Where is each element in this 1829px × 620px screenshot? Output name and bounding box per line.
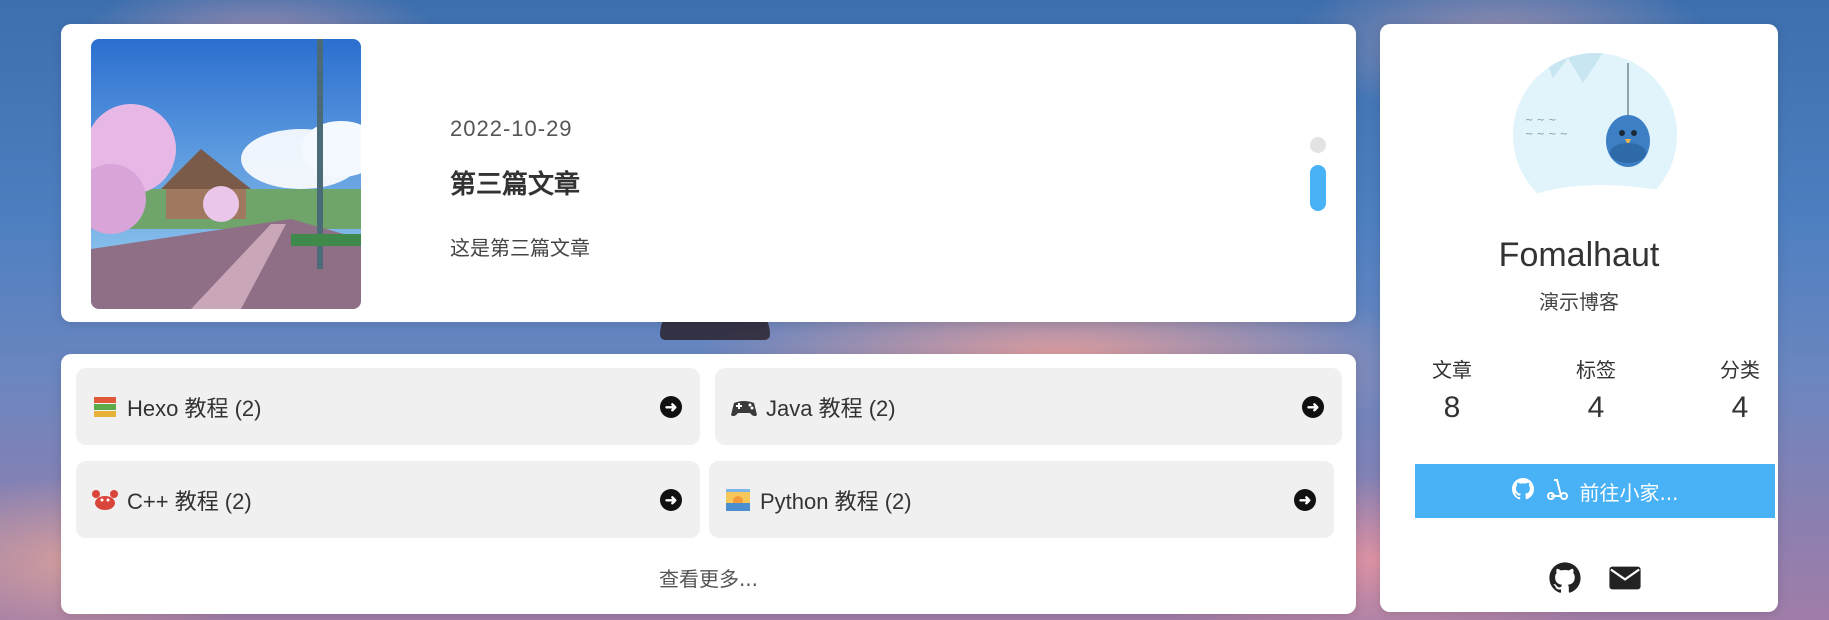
svg-text:~ ~ ~: ~ ~ ~ [1525,115,1557,126]
visit-home-label: 前往小家... [1579,480,1679,505]
featured-post-card[interactable]: 2022-10-29 第三篇文章 这是第三篇文章 [61,24,1356,322]
category-cpp[interactable]: C++ 教程 (2) ➜ [76,461,700,538]
post-date: 2022-10-29 [450,116,573,141]
arrow-right-icon[interactable]: ➜ [1302,396,1324,418]
author-description: 演示博客 [1539,290,1619,314]
categories-card: Hexo 教程 (2) ➜ Java 教程 (2) ➜ C++ 教程 (2) ➜… [61,354,1356,614]
category-python[interactable]: Python 教程 (2) ➜ [709,461,1334,538]
gamepad-icon [730,393,758,421]
post-title[interactable]: 第三篇文章 [450,164,580,201]
category-java[interactable]: Java 教程 (2) ➜ [715,368,1342,445]
github-icon[interactable] [1548,561,1582,595]
author-name: Fomalhaut [1498,236,1660,274]
scooter-icon [1545,477,1569,506]
crab-icon [91,486,119,514]
arrow-right-icon[interactable]: ➜ [660,396,682,418]
post-excerpt: 这是第三篇文章 [450,236,590,260]
stat-tags[interactable]: 标签 4 [1536,354,1656,425]
category-hexo[interactable]: Hexo 教程 (2) ➜ [76,368,700,445]
stat-articles[interactable]: 文章 8 [1392,354,1512,425]
arrow-right-icon[interactable]: ➜ [1294,489,1316,511]
svg-text:~ ~ ~ ~: ~ ~ ~ ~ [1525,129,1568,140]
stat-label: 分类 [1720,358,1760,382]
post-cover-image[interactable] [91,39,361,309]
email-icon[interactable] [1608,561,1642,595]
visit-home-button[interactable]: 前往小家... [1415,464,1775,518]
stat-label: 标签 [1576,358,1616,382]
carousel-dot-1[interactable] [1310,137,1326,153]
stat-label: 文章 [1432,358,1472,382]
sunset-icon [724,486,752,514]
category-label: Hexo 教程 (2) [127,395,262,421]
github-icon [1511,477,1535,506]
avatar[interactable]: ~ ~ ~ ~ ~ ~ ~ [1513,53,1677,217]
arrow-right-icon[interactable]: ➜ [660,489,682,511]
category-label: C++ 教程 (2) [127,488,252,514]
stat-value: 4 [1587,391,1605,424]
category-label: Python 教程 (2) [760,488,912,514]
stat-value: 8 [1443,391,1461,424]
view-more-link[interactable]: 查看更多... [61,563,1356,592]
stat-categories[interactable]: 分类 4 [1680,354,1800,425]
author-card: ~ ~ ~ ~ ~ ~ ~ Fomalhaut 演示博客 文章 8 标签 4 分… [1380,24,1778,612]
carousel-dot-2-active[interactable] [1310,165,1326,211]
books-icon [91,393,119,421]
category-label: Java 教程 (2) [766,395,896,421]
stat-value: 4 [1731,391,1749,424]
